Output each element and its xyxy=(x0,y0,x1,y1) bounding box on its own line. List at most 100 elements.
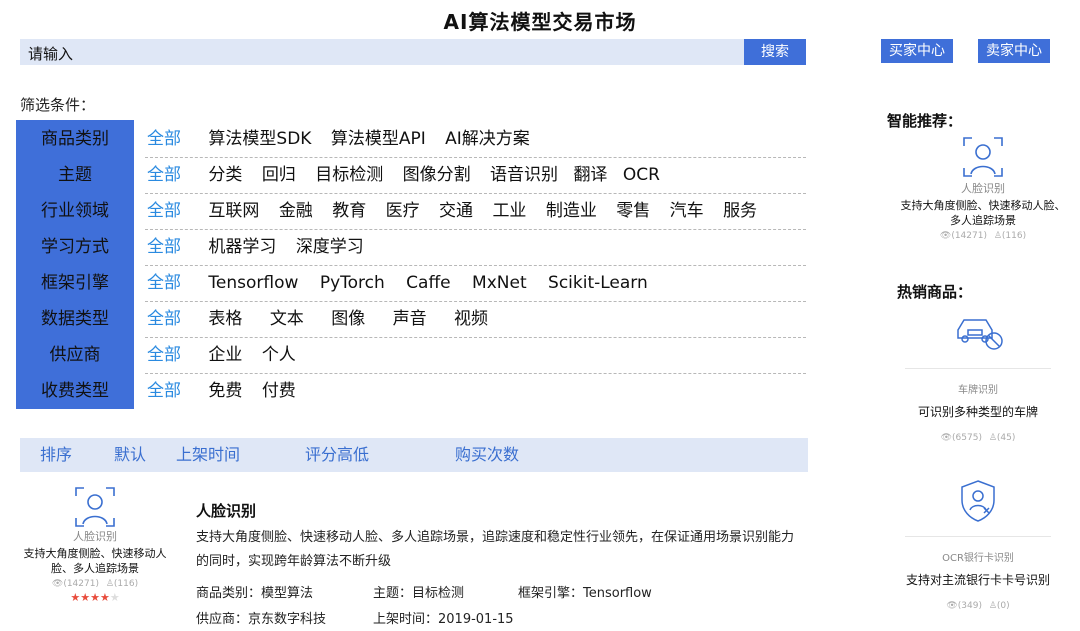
filter-option[interactable]: AI解决方案 xyxy=(445,121,530,157)
filter-row-learning: 全部 机器学习 深度学习 xyxy=(147,229,378,265)
filter-option-all[interactable]: 全部 xyxy=(147,193,181,229)
filter-option-all[interactable]: 全部 xyxy=(147,265,181,301)
product-title[interactable]: 人脸识别 xyxy=(196,500,256,521)
filter-option[interactable]: 工业 xyxy=(492,193,526,229)
user-icon: ♙ xyxy=(988,601,997,611)
user-icon: ♙ xyxy=(993,231,1002,241)
filter-option[interactable]: 深度学习 xyxy=(296,229,364,265)
search-input[interactable]: 请输入 xyxy=(28,43,73,64)
filter-option[interactable]: 金融 xyxy=(279,193,313,229)
filter-option-all[interactable]: 全部 xyxy=(147,121,181,157)
recommend-title: 智能推荐： xyxy=(887,112,963,130)
page-title: AI算法模型交易市场 xyxy=(443,10,637,34)
filter-row-fee: 全部 免费 付费 xyxy=(147,373,310,409)
filter-caption: 筛选条件： xyxy=(20,96,96,114)
filter-option[interactable]: 服务 xyxy=(723,193,757,229)
sort-option-rating[interactable]: 评分高低 xyxy=(305,438,369,472)
product-thumb[interactable]: 人脸识别 支持大角度侧脸、快速移动人脸、多人追踪场景 👁(14271) ♙(11… xyxy=(20,484,170,604)
thumb-caption: 人脸识别 xyxy=(73,530,117,543)
recommend-card[interactable]: 人脸识别 支持大角度侧脸、快速移动人脸、多人追踪场景 👁(14271) ♙(11… xyxy=(898,134,1068,241)
product-topic: 主题：目标检测 xyxy=(373,586,465,601)
star-icon: ★ xyxy=(109,591,120,604)
filter-option[interactable]: MxNet xyxy=(472,265,527,301)
filter-option[interactable]: 汽车 xyxy=(670,193,704,229)
filter-option[interactable]: 图像分割 xyxy=(403,157,471,193)
sort-label: 排序 xyxy=(40,445,73,464)
filter-option[interactable]: 翻译 xyxy=(573,157,607,193)
filter-option[interactable]: 目标检测 xyxy=(315,157,383,193)
filter-option[interactable]: 企业 xyxy=(208,337,242,373)
filter-row-topic: 全部 分类 回归 目标检测 图像分割 语音识别 翻译 OCR xyxy=(147,157,674,193)
filter-option[interactable]: PyTorch xyxy=(320,265,385,301)
filter-category-label: 框架引擎 xyxy=(41,273,109,293)
filter-option[interactable]: 免费 xyxy=(208,373,242,409)
filter-option[interactable]: OCR xyxy=(623,157,660,193)
filter-option[interactable]: Caffe xyxy=(406,265,450,301)
filter-option[interactable]: 医疗 xyxy=(386,193,420,229)
recommend-desc: 支持大角度侧脸、快速移动人脸、多人追踪场景 xyxy=(900,199,1066,227)
filter-option[interactable]: 交通 xyxy=(439,193,473,229)
filter-option[interactable]: 教育 xyxy=(332,193,366,229)
eye-icon: 👁 xyxy=(51,579,64,589)
filter-option-all[interactable]: 全部 xyxy=(147,373,181,409)
hot-card-bank[interactable] xyxy=(905,478,1051,537)
filter-option[interactable]: 语音识别 xyxy=(490,157,558,193)
filter-row-industry: 全部 互联网 金融 教育 医疗 交通 工业 制造业 零售 汽车 服务 xyxy=(147,193,771,229)
rating-stars: ★★★★★ xyxy=(20,591,170,604)
filter-option[interactable]: Scikit-Learn xyxy=(548,265,648,301)
search-bar: 请输入 搜索 xyxy=(20,39,806,65)
recommend-stats: 👁(14271) ♙(116) xyxy=(898,231,1068,241)
thumb-desc: 支持大角度侧脸、快速移动人脸、多人追踪场景 xyxy=(23,547,167,575)
filter-row-product-type: 全部 算法模型SDK 算法模型API AI解决方案 xyxy=(147,121,544,157)
filter-option[interactable]: 互联网 xyxy=(208,193,259,229)
filter-option[interactable]: 表格 xyxy=(208,301,242,337)
hot-title: 热销商品： xyxy=(897,283,973,301)
filter-option[interactable]: 零售 xyxy=(616,193,650,229)
filter-option[interactable]: 制造业 xyxy=(546,193,597,229)
seller-center-button[interactable]: 卖家中心 xyxy=(978,39,1050,63)
buyer-center-button[interactable]: 买家中心 xyxy=(881,39,953,63)
thumb-stats: 👁(14271) ♙(116) xyxy=(20,579,170,589)
search-button[interactable]: 搜索 xyxy=(744,39,806,65)
filter-option[interactable]: 个人 xyxy=(262,337,296,373)
hot-desc: 支持对主流银行卡卡号识别 xyxy=(905,573,1050,587)
views-count: (6575) xyxy=(952,433,982,443)
hot-card-plate[interactable] xyxy=(905,312,1051,369)
product-listed-date: 上架时间：2019-01-15 xyxy=(373,612,514,627)
product-category: 商品类别：模型算法 xyxy=(196,586,314,601)
filter-option-all[interactable]: 全部 xyxy=(147,337,181,373)
filter-option[interactable]: 算法模型SDK xyxy=(208,121,311,157)
filter-row-vendor: 全部 企业 个人 xyxy=(147,337,310,373)
buys-count: (116) xyxy=(1001,231,1027,241)
filter-option[interactable]: 分类 xyxy=(208,157,242,193)
product-vendor: 供应商：京东数字科技 xyxy=(196,612,327,627)
face-scan-icon xyxy=(960,134,1006,180)
filter-option[interactable]: 声音 xyxy=(393,301,427,337)
hot-stats: 👁(349) ♙(0) xyxy=(905,601,1051,611)
hot-caption: 车牌识别 xyxy=(958,385,998,396)
filter-option[interactable]: 算法模型API xyxy=(331,121,426,157)
eye-icon: 👁 xyxy=(946,601,958,611)
eye-icon: 👁 xyxy=(940,433,953,443)
sort-option-default[interactable]: 默认 xyxy=(114,438,146,472)
filter-option-all[interactable]: 全部 xyxy=(147,229,181,265)
filter-option[interactable]: 图像 xyxy=(331,301,365,337)
filter-option-all[interactable]: 全部 xyxy=(147,157,181,193)
filter-option[interactable]: 付费 xyxy=(262,373,296,409)
user-icon: ♙ xyxy=(105,579,114,589)
filter-option[interactable]: Tensorflow xyxy=(208,265,298,301)
buys-count: (0) xyxy=(996,601,1010,611)
filter-option-all[interactable]: 全部 xyxy=(147,301,181,337)
star-icon: ★ xyxy=(99,591,110,604)
hot-caption: OCR银行卡识别 xyxy=(942,553,1014,564)
filter-category-label: 行业领域 xyxy=(41,201,109,221)
filter-category-label: 商品类别 xyxy=(41,129,109,149)
filter-option[interactable]: 视频 xyxy=(454,301,488,337)
filter-option[interactable]: 回归 xyxy=(262,157,296,193)
sort-option-listed-time[interactable]: 上架时间 xyxy=(176,438,240,472)
filter-option[interactable]: 文本 xyxy=(270,301,304,337)
filter-option[interactable]: 机器学习 xyxy=(208,229,276,265)
product-description: 支持大角度侧脸、快速移动人脸、多人追踪场景，追踪速度和稳定性行业领先，在保证通用… xyxy=(196,530,795,569)
hot-desc: 可识别多种类型的车牌 xyxy=(917,405,1038,419)
sort-option-purchases[interactable]: 购买次数 xyxy=(455,438,519,472)
